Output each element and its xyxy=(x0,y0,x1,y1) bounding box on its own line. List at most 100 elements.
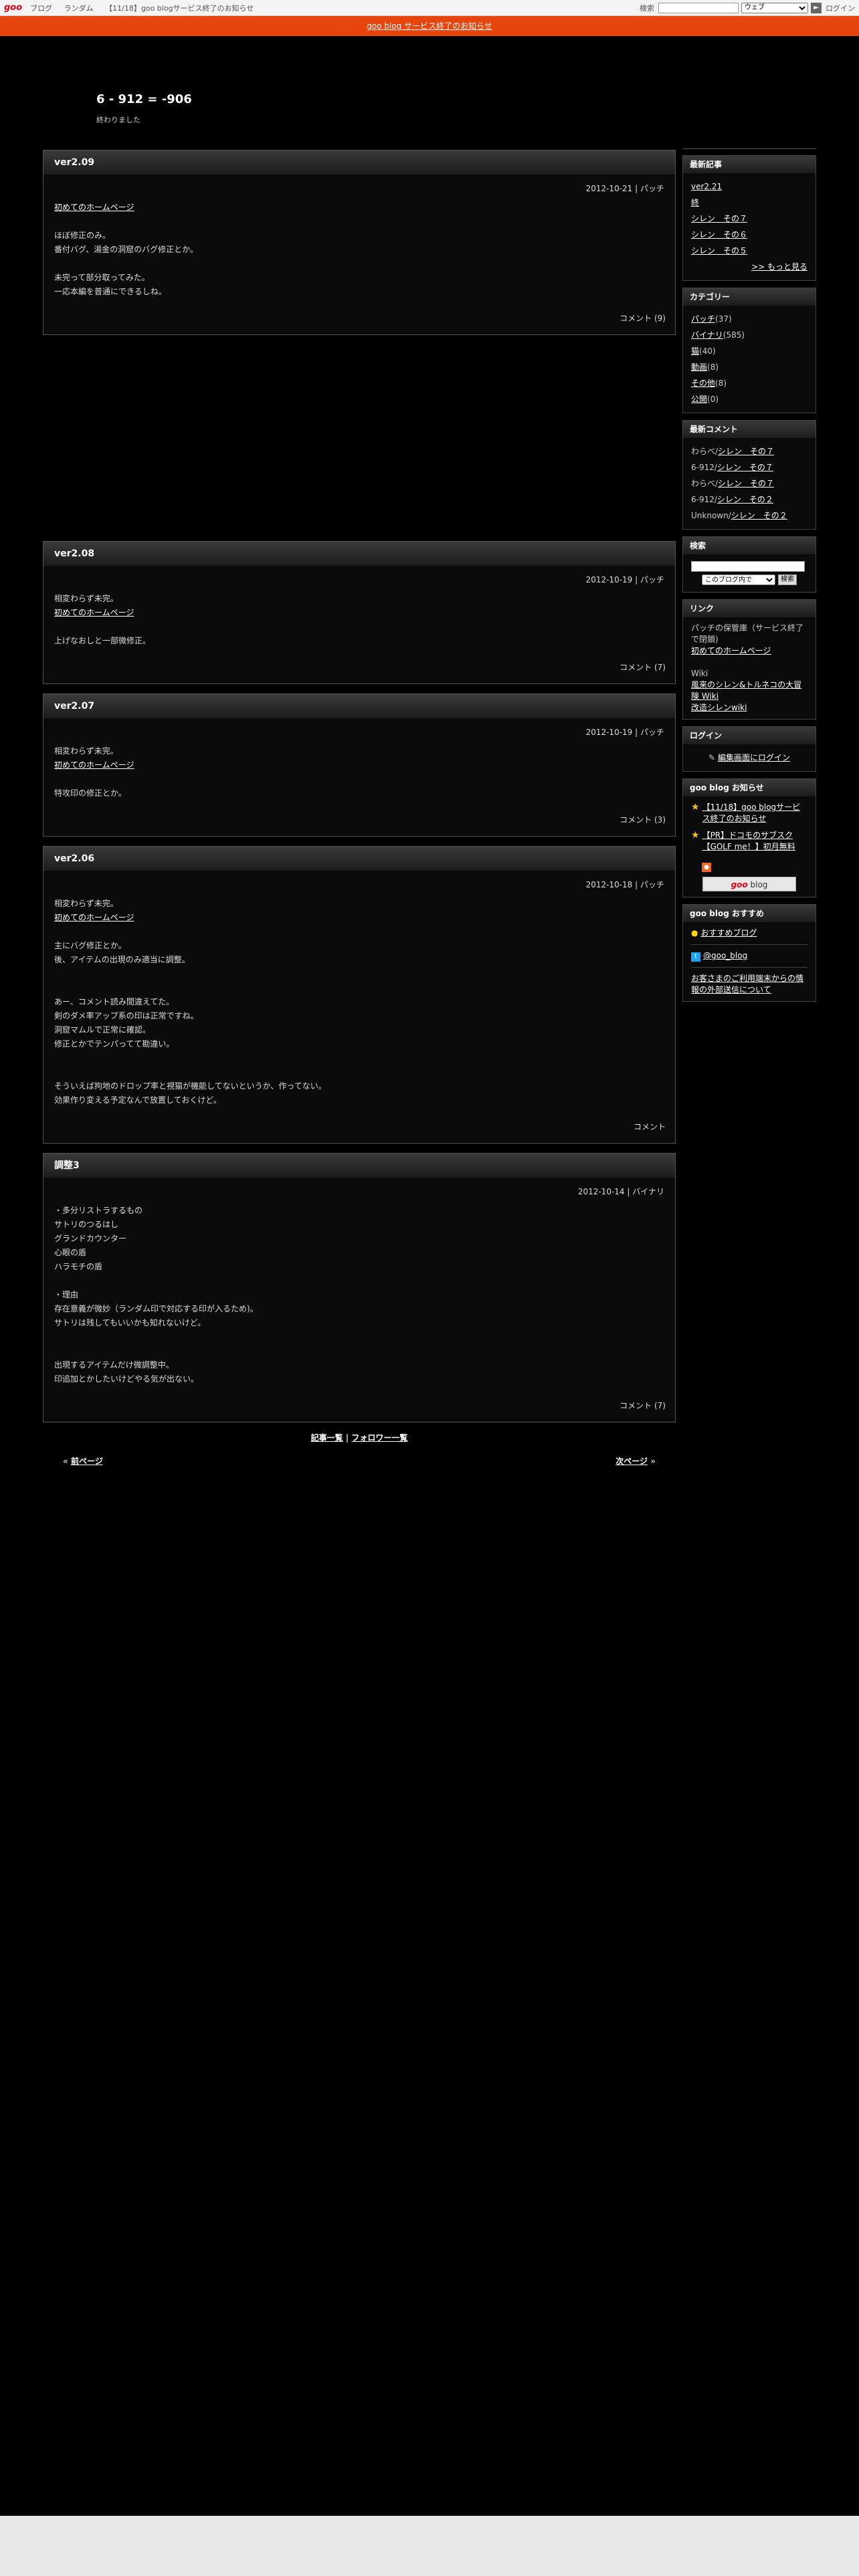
entry-category[interactable]: パッチ xyxy=(640,184,664,193)
entry-title[interactable]: ver2.07 xyxy=(43,694,675,718)
entry-comment-link[interactable]: コメント (7) xyxy=(619,1401,666,1410)
category-count: (585) xyxy=(723,330,745,340)
entry-line: ほぼ修正のみ。 xyxy=(54,231,111,240)
category-item: その他(8) xyxy=(691,375,807,391)
next-page-link[interactable]: 次ページ xyxy=(615,1457,648,1466)
entry-homepage-link[interactable]: 初めてのホームページ xyxy=(54,606,664,620)
entry-date: 2012-10-14 xyxy=(577,1187,625,1196)
category-count: (8) xyxy=(715,379,727,388)
article-list-link[interactable]: 記事一覧 xyxy=(311,1433,343,1442)
comment-post-link[interactable]: シレン その２ xyxy=(731,511,787,520)
entry-category[interactable]: パッチ xyxy=(640,575,664,584)
recent-article-link[interactable]: シレン その５ xyxy=(691,243,807,259)
comment-item: わらべ/シレン その７ xyxy=(691,475,807,492)
service-end-notice-link[interactable]: goo blog サービス終了のお知らせ xyxy=(367,21,492,31)
entry-homepage-link[interactable]: 初めてのホームページ xyxy=(54,758,664,772)
shiren-wiki-link[interactable]: 風来のシレン&トルネコの大冒険 Wiki xyxy=(691,679,807,702)
entry-date: 2012-10-21 xyxy=(585,184,633,193)
recommend-blog-link[interactable]: おすすめブログ xyxy=(700,928,757,938)
blog-search-button[interactable]: 検索 xyxy=(778,574,797,585)
entry-line xyxy=(54,1344,664,1358)
category-link[interactable]: 猫 xyxy=(691,346,699,356)
recent-article-link[interactable]: ver2.21 xyxy=(691,179,807,195)
comment-post-link[interactable]: シレン その７ xyxy=(718,479,774,488)
comment-post-link[interactable]: シレン その７ xyxy=(718,447,774,456)
recent-article-link[interactable]: 終 xyxy=(691,195,807,211)
goo-notice-box: goo blog お知らせ ★ 【11/18】goo blogサービス終了のお知… xyxy=(682,778,816,897)
homepage-link[interactable]: 初めてのホームページ xyxy=(691,645,807,657)
entry-line: 番付バグ、湯金の洞窟のバグ修正とか。 xyxy=(54,245,198,254)
links-box: リンク パッチの保管庫（サービス終了で閉鎖) 初めてのホームページ Wiki 風… xyxy=(682,599,816,720)
entry-title[interactable]: 調整3 xyxy=(43,1154,675,1178)
entry-category[interactable]: パッチ xyxy=(640,880,664,889)
main-column: ver2.09 2012-10-21 | パッチ 初めてのホームページ ほぼ修正… xyxy=(43,150,676,1467)
goo-nav-random[interactable]: ランダム xyxy=(64,4,94,13)
comment-post-link[interactable]: シレン その７ xyxy=(717,463,773,472)
blog-search-scope[interactable]: このブログ内で xyxy=(702,574,775,585)
edit-login-link[interactable]: 編集画面にログイン xyxy=(718,753,790,762)
recommend-box: goo blog おすすめ ● おすすめブログ t @goo_blog お客さまのご… xyxy=(682,904,816,1002)
category-link[interactable]: 公開 xyxy=(691,395,707,404)
goo-nav-blog[interactable]: ブログ xyxy=(30,4,52,13)
entry-title[interactable]: ver2.06 xyxy=(43,847,675,871)
recent-articles-heading: 最新記事 xyxy=(683,156,816,173)
goo-header-bar: goo ブログ ランダム 【11/18】goo blogサービス終了のお知らせ … xyxy=(0,0,859,16)
goo-login-link[interactable]: ログイン xyxy=(826,3,855,13)
blog-search-input[interactable] xyxy=(691,561,805,572)
goo-notice-link[interactable]: 【PR】ドコモのサブスク【GOLF me！】初月無料 xyxy=(702,830,807,853)
category-item: 公開(0) xyxy=(691,391,807,407)
entry-line xyxy=(54,967,664,981)
categories-box: カテゴリー パッチ(37) バイナリ(585) 猫(40) 動画(8) その他(… xyxy=(682,288,816,413)
goo-blog-button[interactable]: goo blog xyxy=(702,877,796,891)
entry-title[interactable]: ver2.09 xyxy=(43,150,675,175)
goo-nav-notice[interactable]: 【11/18】goo blogサービス終了のお知らせ xyxy=(105,4,254,13)
more-articles-link[interactable]: >> もっと見る xyxy=(691,259,807,275)
goo-logo[interactable]: goo xyxy=(4,3,22,13)
category-link[interactable]: その他 xyxy=(691,379,715,388)
entry-category[interactable]: パッチ xyxy=(640,728,664,737)
entry-line: 上げなおしと一部微修正。 xyxy=(54,636,151,645)
entry-comment-link[interactable]: コメント xyxy=(634,1122,666,1132)
goo-blog-button-brand: goo xyxy=(731,880,748,889)
entry-meta: 2012-10-19 | パッチ xyxy=(585,575,664,584)
twitter-link[interactable]: @goo_blog xyxy=(703,951,747,960)
entry-comment-link[interactable]: コメント (7) xyxy=(619,663,666,672)
rss-icon[interactable]: ● xyxy=(702,863,711,872)
goo-search-input[interactable] xyxy=(658,2,739,13)
recent-article-link[interactable]: シレン その７ xyxy=(691,211,807,227)
category-link[interactable]: 動画 xyxy=(691,362,707,372)
entry-body: 相変わらず未完。 初めてのホームページ 上げなおしと一部微修正。 xyxy=(43,585,675,648)
entry-category[interactable]: バイナリ xyxy=(632,1187,664,1196)
entry-comment-link[interactable]: コメント (3) xyxy=(619,815,666,825)
recent-article-link[interactable]: シレン その６ xyxy=(691,227,807,243)
recent-articles-box: 最新記事 ver2.21 終 シレン その７ シレン その６ シレン その５ >… xyxy=(682,155,816,281)
entry-meta: 2012-10-21 | パッチ xyxy=(585,184,664,193)
category-link[interactable]: パッチ xyxy=(691,314,715,324)
blog-title[interactable]: 6 - 912 = -906 xyxy=(96,92,859,106)
entry-homepage-link[interactable]: 初めてのホームページ xyxy=(54,911,664,925)
goo-notice-link[interactable]: 【11/18】goo blogサービス終了のお知らせ xyxy=(702,802,807,825)
entry-title[interactable]: ver2.08 xyxy=(43,542,675,566)
categories-heading: カテゴリー xyxy=(683,288,816,306)
comment-post-link[interactable]: シレン その２ xyxy=(717,495,773,504)
entry-comment-link[interactable]: コメント (9) xyxy=(619,314,666,323)
follower-list-link[interactable]: フォロワー一覧 xyxy=(351,1433,407,1442)
recent-comments-heading: 最新コメント xyxy=(683,421,816,438)
service-end-notice: goo blog サービス終了のお知らせ xyxy=(0,16,859,36)
category-item: パッチ(37) xyxy=(691,311,807,327)
prev-page-link[interactable]: 前ページ xyxy=(71,1457,103,1466)
kaizou-wiki-link[interactable]: 改造シレンwiki xyxy=(691,702,807,714)
entry-homepage-link[interactable]: 初めてのホームページ xyxy=(54,201,664,215)
entry-line: 相変わらず未完。 xyxy=(54,746,118,756)
entry-footer: コメント (9) xyxy=(43,299,675,334)
entry-line xyxy=(54,925,664,939)
entry-line: サトリのつるはし xyxy=(54,1220,119,1229)
entry-date: 2012-10-19 xyxy=(585,575,633,584)
goo-search-button[interactable]: ► xyxy=(811,2,822,13)
goo-search-scope[interactable]: ウェブ xyxy=(741,2,808,13)
entry-line: ・理由 xyxy=(54,1290,79,1299)
category-link[interactable]: バイナリ xyxy=(691,330,723,340)
comment-item: 6-912/シレン その２ xyxy=(691,492,807,508)
external-info-link[interactable]: お客さまのご利用端末からの情報の外部送信について xyxy=(691,973,807,996)
entry-line: 出現するアイテムだけ微調整中。 xyxy=(54,1360,174,1370)
